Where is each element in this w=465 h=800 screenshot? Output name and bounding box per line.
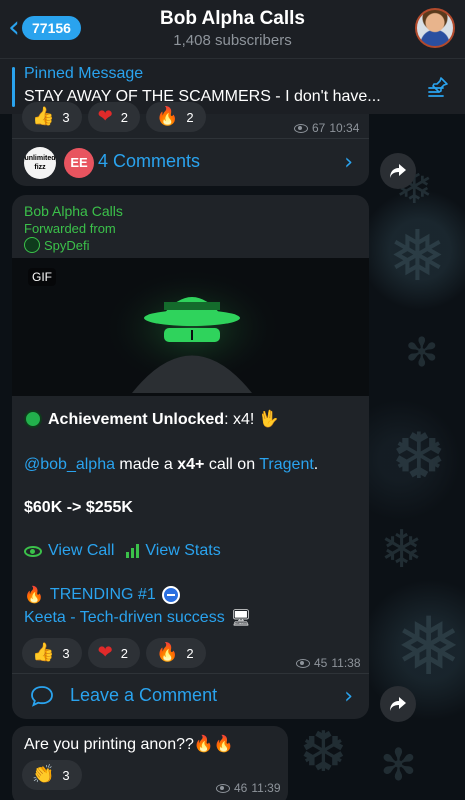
period-text: . <box>313 456 319 473</box>
share-arrow-icon <box>390 697 406 711</box>
channel-title: Bob Alpha Calls <box>160 8 305 29</box>
gif-media[interactable]: GIF <box>12 258 369 396</box>
share-button[interactable] <box>380 686 416 722</box>
reaction-thumbs-up[interactable]: 👍 3 <box>22 638 82 668</box>
pinned-indicator <box>12 67 15 107</box>
comment-bubble-icon <box>31 686 53 707</box>
reaction-thumbs-up[interactable]: 👍 3 <box>22 102 82 132</box>
leave-comment-button[interactable]: Leave a Comment › <box>12 673 369 719</box>
view-count: 45 <box>314 656 328 670</box>
share-arrow-icon <box>390 164 406 178</box>
links-line: View Call View Stats <box>24 542 221 560</box>
achievement-value: : x4! <box>224 411 259 428</box>
views-eye-icon <box>294 123 308 133</box>
message-text: Are you printing anon?? <box>24 736 194 753</box>
commenter-avatar: unlimited fizz <box>24 147 56 179</box>
fire-icon: 🔥🔥 <box>193 734 234 753</box>
call-multiplier: x4+ <box>177 456 205 473</box>
reaction-heart[interactable]: ❤ 2 <box>87 638 140 668</box>
reaction-clap[interactable]: 👏 3 <box>22 760 82 790</box>
view-stats-link[interactable]: View Stats <box>145 542 220 560</box>
achievement-line: Achievement Unlocked: x4! 🖖 <box>24 409 279 429</box>
trending-badge-icon <box>161 585 180 604</box>
reaction-count: 3 <box>62 767 70 783</box>
fire-icon: 🔥 <box>24 585 44 604</box>
fire-icon: 🔥 <box>155 106 179 127</box>
pinned-label: Pinned Message <box>24 65 144 82</box>
forwarded-source-name: SpyDefi <box>44 237 90 253</box>
reaction-count: 2 <box>186 109 194 125</box>
spydefi-logo-icon <box>24 237 40 253</box>
gif-badge: GIF <box>28 268 56 286</box>
pin-list-icon[interactable] <box>427 76 451 98</box>
forwarded-source[interactable]: SpyDefi <box>24 237 90 253</box>
subscriber-count: 1,408 subscribers <box>173 32 292 49</box>
channel-title-area[interactable]: Bob Alpha Calls 1,408 subscribers <box>0 8 465 49</box>
message-time: 10:34 <box>329 121 360 135</box>
eye-icon <box>24 545 42 557</box>
clapping-hands-icon: 👏 <box>32 764 55 785</box>
commenter-avatar: EE <box>64 148 94 178</box>
thumbs-up-icon: 👍 <box>32 106 55 127</box>
reactions-row-1: 👍 3 ❤ 2 🔥 2 <box>22 102 206 132</box>
message-meta-1: 67 10:34 <box>294 121 359 135</box>
call-on-text: call on <box>204 456 260 473</box>
reaction-count: 3 <box>62 109 70 125</box>
leave-comment-label: Leave a Comment <box>70 685 218 705</box>
reaction-count: 2 <box>120 109 128 125</box>
message-time: 11:38 <box>331 656 361 670</box>
sender-name[interactable]: Bob Alpha Calls <box>24 203 123 219</box>
call-line: @bob_alpha made a x4+ call on Tragent. <box>24 456 318 474</box>
thumbs-up-icon: 👍 <box>32 642 55 663</box>
fire-icon: 🔥 <box>155 642 179 663</box>
chevron-right-icon: › <box>344 684 353 709</box>
trending-line: 🔥 TRENDING #1 <box>24 585 180 604</box>
channel-avatar[interactable] <box>415 8 455 48</box>
bar-chart-icon <box>126 544 140 558</box>
token-link[interactable]: Tragent <box>259 456 314 473</box>
desktop-computer-icon: 🖥 <box>230 608 251 627</box>
message-text-3: Are you printing anon??🔥🔥 <box>24 734 234 754</box>
reaction-heart[interactable]: ❤ 2 <box>87 102 140 132</box>
price-line: $60K -> $255K <box>24 499 133 516</box>
view-count: 67 <box>312 121 326 135</box>
reaction-count: 2 <box>186 645 194 661</box>
share-button[interactable] <box>380 153 416 189</box>
mention-link[interactable]: @bob_alpha <box>24 456 115 473</box>
comments-label: 4 Comments <box>98 151 201 171</box>
made-text: made a <box>114 456 178 473</box>
keeta-link[interactable]: Keeta - Tech-driven success <box>24 609 225 627</box>
message-meta-3: 46 11:39 <box>216 781 281 795</box>
reaction-count: 2 <box>120 645 128 661</box>
chevron-right-icon: › <box>344 150 353 175</box>
reactions-row-3: 👏 3 <box>22 760 82 790</box>
green-token-icon <box>24 410 42 428</box>
view-count: 46 <box>234 781 248 795</box>
views-eye-icon <box>216 783 230 793</box>
keeta-line: Keeta - Tech-driven success 🖥 <box>24 608 251 627</box>
trending-link[interactable]: TRENDING #1 <box>50 586 156 604</box>
message-time: 11:39 <box>251 781 281 795</box>
views-eye-icon <box>296 658 310 668</box>
reaction-count: 3 <box>62 645 70 661</box>
forwarded-label: Forwarded from <box>24 221 116 236</box>
message-meta-2: 45 11:38 <box>296 656 361 670</box>
spy-hat-illustration <box>102 268 282 393</box>
achievement-title: Achievement Unlocked <box>48 411 225 428</box>
reaction-fire[interactable]: 🔥 2 <box>145 638 206 668</box>
reaction-fire[interactable]: 🔥 2 <box>145 102 206 132</box>
view-call-link[interactable]: View Call <box>48 542 114 560</box>
comments-button[interactable]: unlimited fizz EE 4 Comments › <box>12 138 369 186</box>
heart-icon: ❤ <box>97 106 113 127</box>
vulcan-salute-icon: 🖖 <box>258 409 279 428</box>
chat-header: ‹ 77156 Bob Alpha Calls 1,408 subscriber… <box>0 0 465 58</box>
reactions-row-2: 👍 3 ❤ 2 🔥 2 <box>22 638 206 668</box>
heart-icon: ❤ <box>97 642 113 663</box>
